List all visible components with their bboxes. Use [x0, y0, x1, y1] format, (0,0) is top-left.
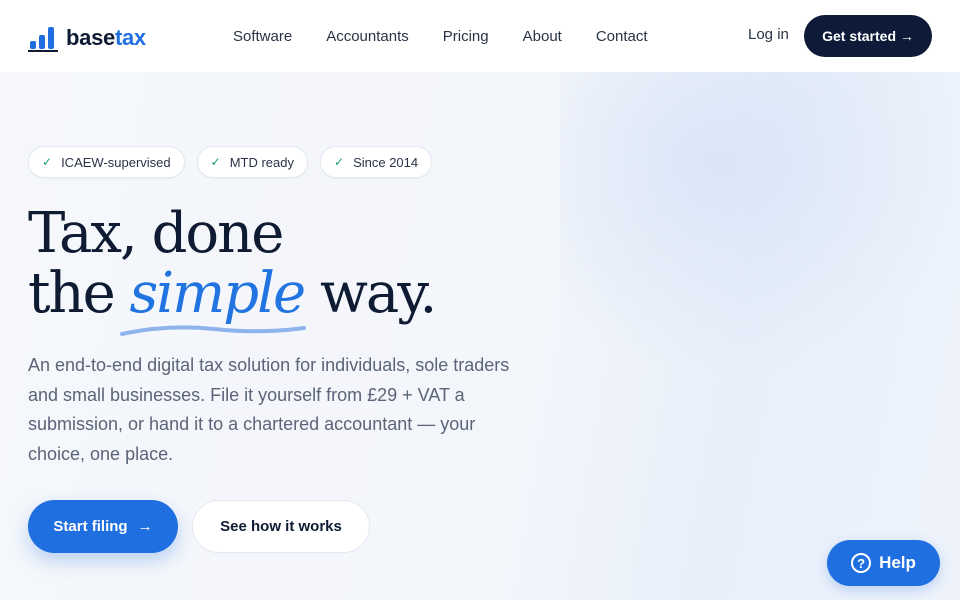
site-header: basetax Software Accountants Pricing Abo… [0, 0, 960, 72]
badge-since: ✓ Since 2014 [320, 146, 433, 178]
check-icon: ✓ [334, 155, 345, 169]
help-label: Help [879, 553, 916, 572]
hero-headline: Tax, done the simple way. [28, 201, 437, 326]
logo-bar-chart-icon [28, 20, 58, 52]
start-filing-label: Start filing [53, 518, 128, 535]
badge-label: ICAEW-supervised [61, 154, 171, 170]
headline-accent: simple [129, 261, 307, 326]
headline-end: way. [320, 261, 437, 326]
badge-mtd: ✓ MTD ready [196, 146, 308, 178]
nav-about[interactable]: About [523, 28, 562, 45]
check-icon: ✓ [210, 155, 221, 169]
question-circle-icon: ? [851, 553, 872, 573]
logo[interactable]: basetax [28, 20, 146, 52]
hero-glow [560, 72, 960, 372]
check-icon: ✓ [42, 155, 53, 169]
badge-icaew: ✓ ICAEW-supervised [28, 146, 185, 178]
badge-label: Since 2014 [353, 154, 419, 170]
main-nav: Software Accountants Pricing About Conta… [216, 0, 665, 72]
logo-text: basetax [66, 24, 146, 52]
underline-squiggle-icon [120, 325, 306, 336]
logo-text-base: base [66, 25, 115, 50]
trust-badges: ✓ ICAEW-supervised ✓ MTD ready ✓ Since 2… [28, 146, 444, 178]
start-filing-button[interactable]: Start filing → [28, 500, 178, 553]
badge-label: MTD ready [229, 154, 294, 170]
nav-accountants[interactable]: Accountants [326, 28, 409, 45]
headline-the: the [28, 261, 116, 326]
logo-text-tax: tax [114, 25, 146, 50]
headline-line1: Tax, done [28, 201, 284, 266]
nav-software[interactable]: Software [233, 28, 292, 45]
nav-contact[interactable]: Contact [596, 28, 648, 45]
hero-subtext: An end-to-end digital tax solution for i… [28, 355, 510, 464]
arrow-right-icon: → [137, 518, 153, 535]
nav-pricing[interactable]: Pricing [443, 28, 489, 45]
login-link[interactable]: Log in [748, 26, 789, 43]
help-widget-button[interactable]: ? Help [827, 540, 940, 586]
see-how-it-works-button[interactable]: See how it works [192, 500, 370, 553]
get-started-button[interactable]: Get started → [804, 15, 932, 57]
